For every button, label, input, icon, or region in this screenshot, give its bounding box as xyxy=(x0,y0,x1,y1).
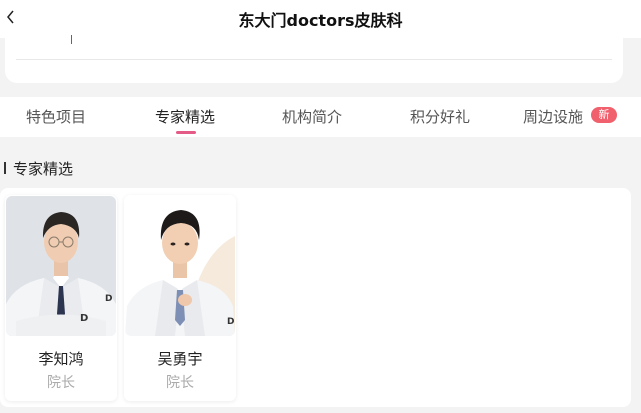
tab-nearby-facilities[interactable]: 周边设施 xyxy=(523,106,583,127)
expert-card[interactable]: D D 李知鸿 院长 xyxy=(5,195,117,401)
expert-role: 院长 xyxy=(47,375,75,391)
tab-featured-items[interactable]: 特色项目 xyxy=(26,106,86,127)
expert-name: 吴勇宇 xyxy=(157,350,203,368)
info-card xyxy=(5,30,623,83)
svg-text:D: D xyxy=(227,317,234,327)
expert-name: 李知鸿 xyxy=(38,350,84,368)
doctor-photo: D xyxy=(125,196,235,336)
text-cursor xyxy=(71,35,72,44)
tab-points-gifts[interactable]: 积分好礼 xyxy=(410,106,470,127)
page-title: 东大门doctors皮肤科 xyxy=(238,11,403,30)
tab-experts[interactable]: 专家精选 xyxy=(155,106,215,127)
divider xyxy=(16,59,612,60)
experts-panel: D D 李知鸿 院长 D 吴勇宇 院长 xyxy=(0,188,631,407)
expert-role: 院长 xyxy=(166,375,194,391)
section-marker xyxy=(4,162,6,174)
svg-text:D: D xyxy=(105,294,112,304)
svg-text:D: D xyxy=(80,313,88,324)
section-header: 专家精选 xyxy=(4,158,73,178)
tab-bar: 特色项目 专家精选 机构简介 积分好礼 周边设施 xyxy=(0,97,641,137)
tab-institution-intro[interactable]: 机构简介 xyxy=(282,106,342,127)
expert-card[interactable]: D 吴勇宇 院长 xyxy=(124,195,236,401)
new-badge: 新 xyxy=(591,107,617,123)
doctor-photo: D D xyxy=(6,196,116,336)
active-tab-indicator xyxy=(176,131,196,134)
section-title: 专家精选 xyxy=(13,159,74,178)
